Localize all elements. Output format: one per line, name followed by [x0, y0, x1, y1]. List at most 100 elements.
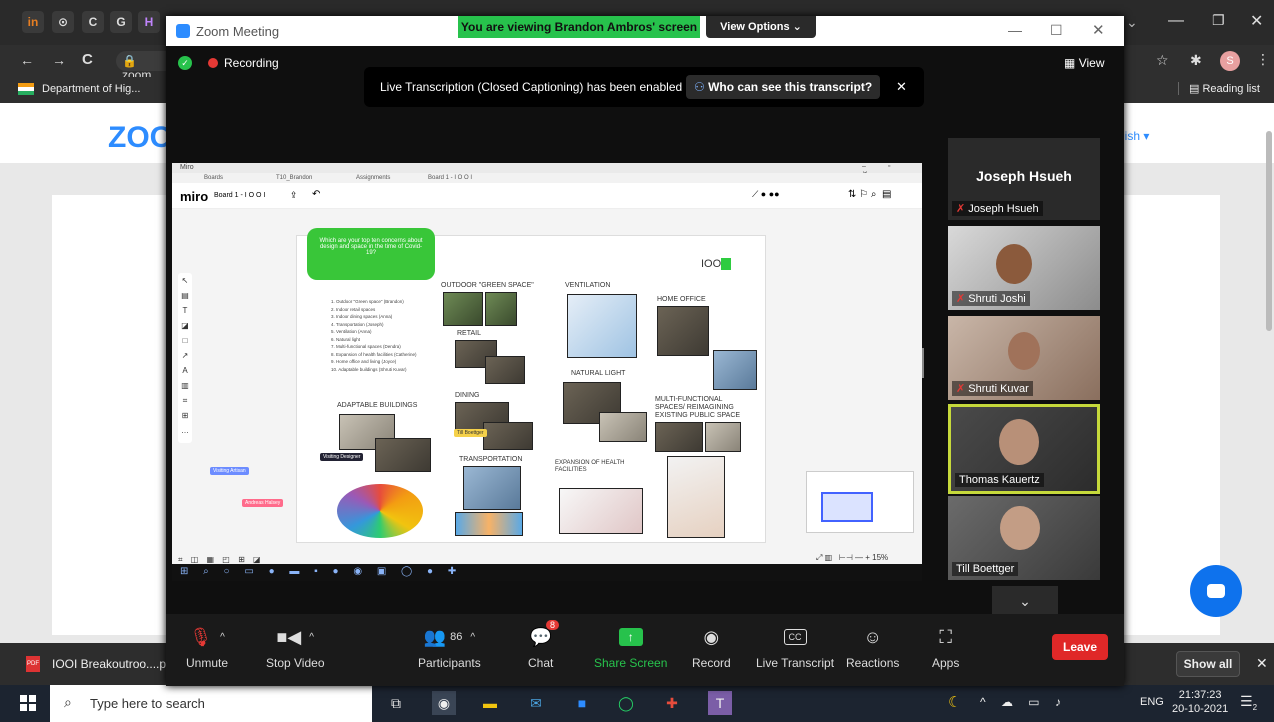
close-download-bar-icon[interactable]: ✕: [1256, 655, 1268, 672]
reading-list[interactable]: ▤ Reading list: [1178, 82, 1260, 95]
view-button[interactable]: ▦ View: [1064, 56, 1104, 70]
participant-name-thomas: Thomas Kauertz: [955, 473, 1044, 487]
language-indicator[interactable]: ENG: [1140, 696, 1164, 708]
menu-icon[interactable]: ⋮: [1256, 51, 1270, 68]
notifications-icon[interactable]: ☰2: [1240, 693, 1257, 712]
url-field[interactable]: 🔒 zoom: [116, 51, 166, 82]
diagram-ventilation: [567, 294, 637, 358]
label-ventilation: VENTILATION: [565, 282, 611, 289]
file-explorer-icon[interactable]: ▬: [478, 691, 502, 715]
chat-button[interactable]: 💬 8 Chat: [528, 620, 560, 670]
reactions-button[interactable]: ☺ Reactions: [846, 624, 899, 671]
windows-taskbar: ⌕ Type here to search ⧉ ◉ ▬ ✉ ■ ◯ ✚ T ☾ …: [0, 685, 1274, 722]
miro-tab-t10[interactable]: T10_Brandon: [276, 175, 312, 181]
back-icon[interactable]: ←: [20, 52, 34, 68]
participant-tile-till[interactable]: Till Boettger: [948, 496, 1100, 580]
scroll-down-button[interactable]: ⌄: [992, 586, 1058, 616]
recording-dot-icon: [208, 58, 218, 68]
participant-tile-thomas-active[interactable]: Thomas Kauertz: [948, 404, 1100, 494]
miro-collab-icons[interactable]: ⟋ ● ●●: [752, 189, 780, 200]
share-screen-icon: ↑: [618, 628, 643, 646]
reload-icon[interactable]: C: [82, 51, 93, 68]
language-selector[interactable]: lish ▾: [1122, 129, 1149, 143]
record-button[interactable]: ◉ Record: [692, 624, 731, 671]
zoom-close-icon[interactable]: ✕: [1092, 21, 1105, 39]
leave-button[interactable]: Leave: [1052, 634, 1108, 660]
sticky-note[interactable]: Which are your top ten concerns about de…: [307, 228, 435, 280]
shared-screen: Miro – ▫ ✕ Boards T10_Brandon Assignment…: [172, 163, 922, 581]
taskbar-search[interactable]: ⌕ Type here to search: [50, 685, 372, 722]
miro-canvas-frame[interactable]: Which are your top ten concerns about de…: [296, 228, 766, 543]
windows-start-icon[interactable]: [20, 695, 36, 711]
chrome-icon[interactable]: ◉: [432, 691, 456, 715]
who-can-see-button[interactable]: ⚇ Who can see this transcript?: [686, 75, 880, 99]
photo-home-office: [657, 306, 709, 356]
miro-share-icon[interactable]: ⇪: [290, 190, 298, 201]
tab-icon-2[interactable]: ⊙: [52, 11, 74, 33]
close-notice-icon[interactable]: ✕: [896, 79, 907, 95]
minimize-icon[interactable]: —: [1168, 12, 1184, 30]
splitter-handle[interactable]: [922, 348, 924, 378]
miro-left-toolbar[interactable]: ↖ ▤ T ◪ □ ↗ A ▥ ⌗ ⊞…: [178, 273, 192, 443]
encryption-shield-icon[interactable]: ✓: [178, 56, 192, 70]
chat-bubble-button[interactable]: [1190, 565, 1242, 617]
profile-avatar[interactable]: S: [1220, 51, 1240, 71]
miro-tabs: Boards T10_Brandon Assignments Board 1 -…: [172, 173, 922, 183]
live-transcript-button[interactable]: CC Live Transcript: [756, 624, 834, 670]
tab-icon-1[interactable]: in: [22, 11, 44, 33]
participant-tile-shruti-kuvar[interactable]: ✗ Shruti Kuvar: [948, 316, 1100, 400]
zoom-app-icon[interactable]: ■: [570, 691, 594, 715]
close-icon[interactable]: ✕: [1250, 11, 1263, 31]
participant-tile-shruti-joshi[interactable]: ✗ Shruti Joshi: [948, 226, 1100, 310]
clock-date: 20-10-2021: [1172, 703, 1229, 715]
mail-icon[interactable]: ✉: [524, 691, 548, 715]
zoom-minimize-icon[interactable]: —: [1008, 22, 1022, 38]
star-icon[interactable]: ☆: [1156, 52, 1169, 69]
whatsapp-icon[interactable]: ◯: [614, 691, 638, 715]
page-scrollbar[interactable]: [1266, 131, 1272, 331]
bookmark-dept[interactable]: Department of Hig...: [42, 83, 140, 95]
miro-tab-assignments[interactable]: Assignments: [356, 175, 390, 181]
muted-mic-icon: ✗: [956, 383, 966, 395]
view-options-button[interactable]: View Options ⌄: [706, 16, 816, 38]
miro-zoom-controls[interactable]: ⤢ ▥ ⊢⊣ — + 15%: [816, 553, 888, 563]
person-icon: ⚇: [694, 80, 705, 94]
transcript-notice-text: Live Transcription (Closed Captioning) h…: [380, 80, 683, 94]
label-retail: RETAIL: [457, 330, 481, 337]
tab-icon-3[interactable]: C: [82, 11, 104, 33]
extensions-icon[interactable]: ✱: [1190, 52, 1202, 69]
share-screen-button[interactable]: ↑ Share Screen: [594, 624, 667, 670]
tab-icon-4[interactable]: G: [110, 11, 132, 33]
download-file[interactable]: IOOI Breakoutroo....p: [52, 657, 166, 671]
clock[interactable]: 21:37:23 20-10-2021: [1172, 688, 1228, 716]
task-view-icon[interactable]: ⧉: [384, 691, 408, 715]
zoom-meeting-window: Zoom Meeting You are viewing Brandon Amb…: [166, 16, 1124, 686]
unmute-button[interactable]: 🎙 ^ Unmute: [186, 624, 228, 671]
miro-minimap[interactable]: [806, 471, 914, 533]
participants-button[interactable]: 👥 86 ^ Participants: [418, 624, 481, 671]
miro-undo-icon[interactable]: ↶: [312, 189, 320, 200]
forward-icon[interactable]: →: [52, 52, 66, 68]
miro-tab-board1[interactable]: Board 1 - I O O I: [428, 175, 472, 181]
avatar: [1000, 506, 1040, 550]
tab-icon-5[interactable]: H: [138, 11, 160, 33]
stop-video-button[interactable]: ■◀ ^ Stop Video: [266, 624, 325, 671]
shield-app-icon[interactable]: ✚: [660, 691, 684, 715]
teams-icon[interactable]: T: [708, 691, 732, 715]
speaker-tile[interactable]: Joseph Hsueh ✗ Joseph Hsueh: [948, 138, 1100, 220]
participant-name-joseph: ✗ Joseph Hsueh: [952, 201, 1043, 216]
miro-tab-boards[interactable]: Boards: [204, 175, 223, 181]
avatar: [996, 244, 1032, 284]
zoom-maximize-icon[interactable]: ☐: [1050, 22, 1063, 39]
speaker-tile-name: Joseph Hsueh: [976, 168, 1072, 184]
miro-right-tools[interactable]: ⇅ ⚐ ⌕ ▤: [848, 189, 892, 200]
show-all-button[interactable]: Show all: [1176, 651, 1240, 677]
apps-button[interactable]: ⛶ Apps: [932, 624, 959, 671]
system-tray-icons[interactable]: ^ ☁ ▭ ♪: [980, 695, 1067, 709]
night-light-icon[interactable]: ☾: [948, 693, 961, 711]
restore-icon[interactable]: ❐: [1212, 12, 1225, 29]
photo-outdoor-2: [485, 292, 517, 326]
recording-label[interactable]: Recording: [224, 56, 279, 70]
miro-board-name[interactable]: Board 1 - I O O I: [214, 192, 265, 199]
tab-search-icon[interactable]: ⌄: [1126, 14, 1138, 31]
